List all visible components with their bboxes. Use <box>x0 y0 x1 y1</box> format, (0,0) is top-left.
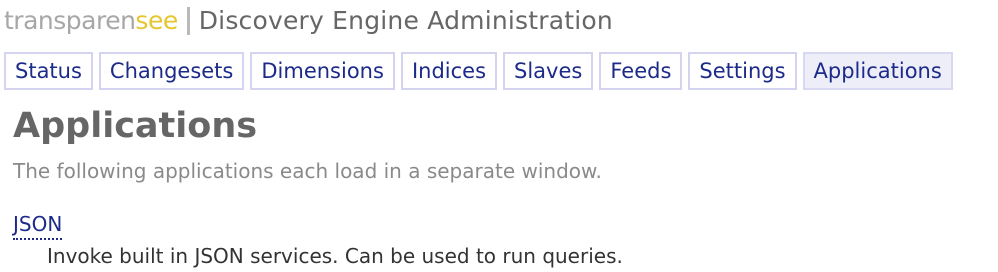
header: transparensee Discovery Engine Administr… <box>4 4 613 38</box>
tab-slaves[interactable]: Slaves <box>503 52 594 90</box>
application-description-json: Invoke built in JSON services. Can be us… <box>47 244 623 268</box>
page-intro: The following applications each load in … <box>13 159 602 183</box>
brand-logo-text-primary: transparen <box>4 6 136 35</box>
main-nav-tabs: Status Changesets Dimensions Indices Sla… <box>4 52 953 90</box>
app-title: Discovery Engine Administration <box>198 6 613 35</box>
tab-dimensions[interactable]: Dimensions <box>250 52 395 90</box>
tab-changesets[interactable]: Changesets <box>98 52 245 90</box>
brand-logo-text-accent: see <box>135 6 178 35</box>
application-link-json[interactable]: JSON <box>13 210 63 240</box>
brand-divider <box>186 7 190 35</box>
tab-feeds[interactable]: Feeds <box>599 52 683 90</box>
brand-logo: transparensee <box>4 4 178 38</box>
page-title: Applications <box>13 106 258 146</box>
tab-settings[interactable]: Settings <box>688 52 797 90</box>
tab-status[interactable]: Status <box>4 52 93 90</box>
tab-indices[interactable]: Indices <box>400 52 498 90</box>
tab-applications[interactable]: Applications <box>802 52 953 90</box>
